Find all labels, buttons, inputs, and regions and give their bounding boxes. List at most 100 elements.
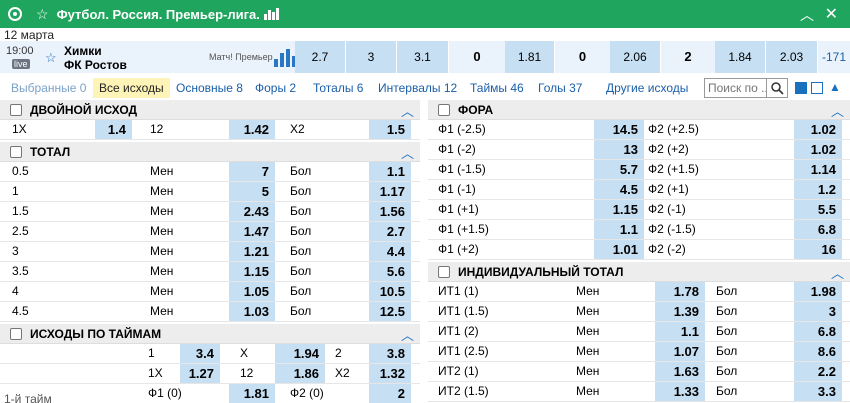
view-two-columns-icon[interactable] [811,82,823,94]
stats-icon[interactable] [263,8,279,20]
odds-over[interactable]: 3.3 [794,382,842,401]
chevron-up-icon[interactable]: ︿ [401,325,414,344]
section-handicap[interactable]: ФОРА ︿ [428,100,850,120]
odds-value[interactable]: 1.94 [275,344,325,363]
chevron-up-icon[interactable]: ︿ [831,263,844,282]
view-one-column-icon[interactable] [795,82,807,94]
odds-value[interactable]: 16 [794,240,842,259]
odds-value[interactable]: 5.7 [594,160,644,179]
checkbox[interactable] [10,104,22,116]
search-button[interactable] [766,78,788,98]
odds-value[interactable]: 1.2 [794,180,842,199]
chevron-up-icon[interactable]: ︿ [401,101,414,120]
odds-value[interactable]: 1.14 [794,160,842,179]
odds-under[interactable]: 1.39 [655,302,705,321]
competition-title[interactable]: Футбол. Россия. Премьер-лига. [57,7,260,22]
odds-value[interactable]: 4.5 [594,180,644,199]
odds-over[interactable]: 8.6 [794,342,842,361]
section-individual-total[interactable]: ИНДИВИДУАЛЬНЫЙ ТОТАЛ ︿ [428,262,850,282]
odds-under[interactable]: 1.21 [229,242,275,261]
close-icon[interactable]: ✕ [825,4,838,24]
odds-value[interactable]: 1.02 [794,120,842,139]
odds-value[interactable]: 1.01 [594,240,644,259]
odds-over[interactable]: 6.8 [794,322,842,341]
tab-goals[interactable]: Голы 37 [538,78,582,98]
tab-other[interactable]: Другие исходы [606,78,688,98]
checkbox[interactable] [438,266,450,278]
section-halves[interactable]: ИСХОДЫ ПО ТАЙМАМ ︿ [0,324,420,344]
statistics-icon[interactable] [274,49,296,67]
tab-all[interactable]: Все исходы [93,78,170,98]
section-double-chance[interactable]: ДВОЙНОЙ ИСХОД ︿ [0,100,420,120]
odds-value[interactable]: 1.86 [275,364,325,383]
odds-value[interactable]: 13 [594,140,644,159]
odds-under[interactable]: 1.07 [655,342,705,361]
odds-over[interactable]: 1.17 [369,182,411,201]
odds-under[interactable]: 1.33 [655,382,705,401]
outcome-label: Мен [576,344,600,358]
odds-over[interactable]: 1.56 [369,202,411,221]
tab-handicaps[interactable]: Форы 2 [255,78,296,98]
checkbox[interactable] [10,146,22,158]
odds-value[interactable]: 1.5 [369,120,411,139]
odds-value[interactable]: 1.1 [594,220,644,239]
tab-selected[interactable]: Выбранные 0 [11,78,86,98]
section-total[interactable]: ТОТАЛ ︿ [0,142,420,162]
tab-main[interactable]: Основные 8 [176,78,243,98]
odds-value[interactable]: 1.42 [229,120,275,139]
odds-under[interactable]: 1.05 [229,282,275,301]
odds-row: Ф1 (-2.5) 14.5 Ф2 (+2.5) 1.02 [428,120,850,140]
odds-under[interactable]: 7 [229,162,275,181]
odds-over[interactable]: 12.5 [369,302,411,321]
odds-over[interactable]: 2.2 [794,362,842,381]
odds-value[interactable]: 3.8 [369,344,411,363]
collapse-all-icon[interactable]: ▲ [829,80,841,94]
more-markets-link[interactable]: -171 [818,41,850,73]
checkbox[interactable] [438,104,450,116]
odds-handicap-1[interactable]: 1.81 [505,41,555,73]
tab-totals[interactable]: Тоталы 6 [313,78,363,98]
odds-value[interactable]: 14.5 [594,120,644,139]
favorite-star-icon[interactable]: ☆ [45,50,57,66]
odds-value[interactable]: 5.5 [794,200,842,219]
odds-over[interactable]: 3 [794,302,842,321]
odds-under[interactable]: 1.78 [655,282,705,301]
odds-value[interactable]: 1.4 [95,120,132,139]
odds-total-over[interactable]: 2.03 [766,41,818,73]
chevron-up-icon[interactable]: ︿ [831,101,844,120]
odds-draw[interactable]: 3 [346,41,397,73]
odds-value[interactable]: 1.32 [369,364,411,383]
checkbox[interactable] [10,328,22,340]
team-away[interactable]: ФК Ростов [64,58,127,72]
odds-value[interactable]: 1.02 [794,140,842,159]
chevron-up-icon[interactable]: ︿ [800,5,814,25]
chevron-up-icon[interactable]: ︿ [401,143,414,162]
odds-value[interactable]: 1.15 [594,200,644,219]
odds-over[interactable]: 1.98 [794,282,842,301]
odds-value[interactable]: 1.81 [229,384,275,403]
odds-handicap-2[interactable]: 2.06 [610,41,661,73]
odds-win1[interactable]: 2.7 [295,41,346,73]
odds-value[interactable]: 3.4 [180,344,220,363]
odds-value[interactable]: 6.8 [794,220,842,239]
odds-under[interactable]: 5 [229,182,275,201]
odds-over[interactable]: 10.5 [369,282,411,301]
odds-value[interactable]: 1.27 [180,364,220,383]
odds-over[interactable]: 4.4 [369,242,411,261]
odds-under[interactable]: 1.47 [229,222,275,241]
odds-under[interactable]: 1.63 [655,362,705,381]
odds-total-under[interactable]: 1.84 [715,41,766,73]
odds-over[interactable]: 5.6 [369,262,411,281]
tab-halves[interactable]: Таймы 46 [470,78,524,98]
odds-under[interactable]: 1.03 [229,302,275,321]
favorite-star-icon[interactable]: ☆ [36,6,49,23]
odds-under[interactable]: 1.1 [655,322,705,341]
odds-over[interactable]: 2.7 [369,222,411,241]
odds-under[interactable]: 2.43 [229,202,275,221]
odds-value[interactable]: 2 [369,384,411,403]
odds-under[interactable]: 1.15 [229,262,275,281]
odds-win2[interactable]: 3.1 [397,41,449,73]
tab-intervals[interactable]: Интервалы 12 [378,78,457,98]
team-home[interactable]: Химки [64,44,102,58]
odds-over[interactable]: 1.1 [369,162,411,181]
